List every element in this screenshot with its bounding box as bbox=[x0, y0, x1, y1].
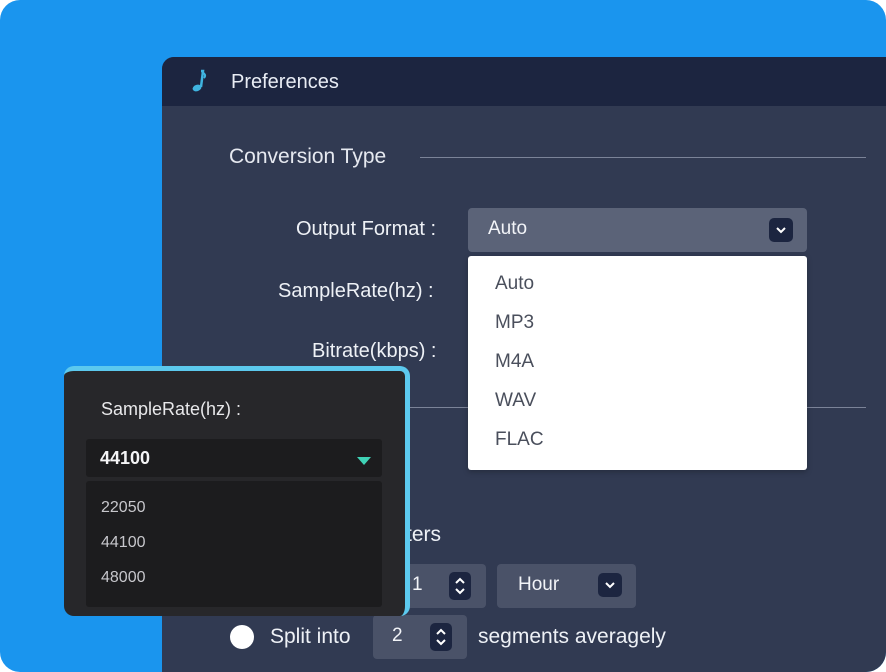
samplerate-selected-value: 44100 bbox=[100, 448, 151, 468]
duration-value: 1 bbox=[412, 574, 423, 595]
dropdown-option[interactable]: M4A bbox=[495, 351, 534, 373]
window-title: Preferences bbox=[231, 71, 339, 93]
popup-samplerate-label: SampleRate(hz) : bbox=[101, 399, 242, 419]
chevron-down-icon[interactable] bbox=[769, 218, 793, 242]
section-divider bbox=[420, 157, 866, 158]
samplerate-select[interactable]: 44100 bbox=[86, 439, 382, 477]
samplerate-label: SampleRate(hz) : bbox=[278, 280, 434, 302]
split-radio[interactable] bbox=[230, 625, 254, 649]
segments-stepper[interactable]: 2 bbox=[373, 615, 467, 659]
partial-section-heading: ters bbox=[406, 523, 442, 546]
time-unit-value: Hour bbox=[518, 574, 560, 595]
samplerate-options-list: 22050 44100 48000 bbox=[86, 481, 382, 607]
segments-suffix-label: segments averagely bbox=[478, 625, 666, 648]
background-panel: Preferences Conversion Type Output Forma… bbox=[0, 0, 886, 672]
output-format-label: Output Format : bbox=[296, 218, 437, 240]
caret-down-icon[interactable] bbox=[357, 453, 371, 471]
dropdown-option[interactable]: FLAC bbox=[495, 429, 544, 451]
time-unit-select[interactable]: Hour bbox=[497, 564, 636, 608]
spinner-icon[interactable] bbox=[449, 572, 471, 600]
music-note-icon bbox=[188, 69, 212, 95]
samplerate-option[interactable]: 44100 bbox=[101, 534, 146, 552]
dropdown-option[interactable]: MP3 bbox=[495, 312, 534, 334]
samplerate-popup: SampleRate(hz) : 44100 22050 44100 48000 bbox=[64, 366, 410, 616]
screenshot-stage: Preferences Conversion Type Output Forma… bbox=[0, 0, 886, 672]
output-format-dropdown: Auto MP3 M4A WAV FLAC bbox=[468, 256, 807, 470]
split-into-label: Split into bbox=[270, 625, 351, 648]
conversion-type-heading: Conversion Type bbox=[229, 145, 387, 168]
dropdown-option[interactable]: WAV bbox=[495, 390, 536, 412]
samplerate-option[interactable]: 22050 bbox=[101, 499, 146, 517]
bitrate-label: Bitrate(kbps) : bbox=[312, 340, 437, 362]
output-format-value: Auto bbox=[488, 218, 528, 239]
samplerate-option[interactable]: 48000 bbox=[101, 569, 146, 587]
title-bar: Preferences bbox=[162, 57, 886, 106]
output-format-select[interactable]: Auto bbox=[468, 208, 807, 252]
chevron-down-icon[interactable] bbox=[598, 573, 622, 597]
segments-value: 2 bbox=[392, 625, 403, 646]
spinner-icon[interactable] bbox=[430, 623, 452, 651]
dropdown-option[interactable]: Auto bbox=[495, 273, 534, 295]
